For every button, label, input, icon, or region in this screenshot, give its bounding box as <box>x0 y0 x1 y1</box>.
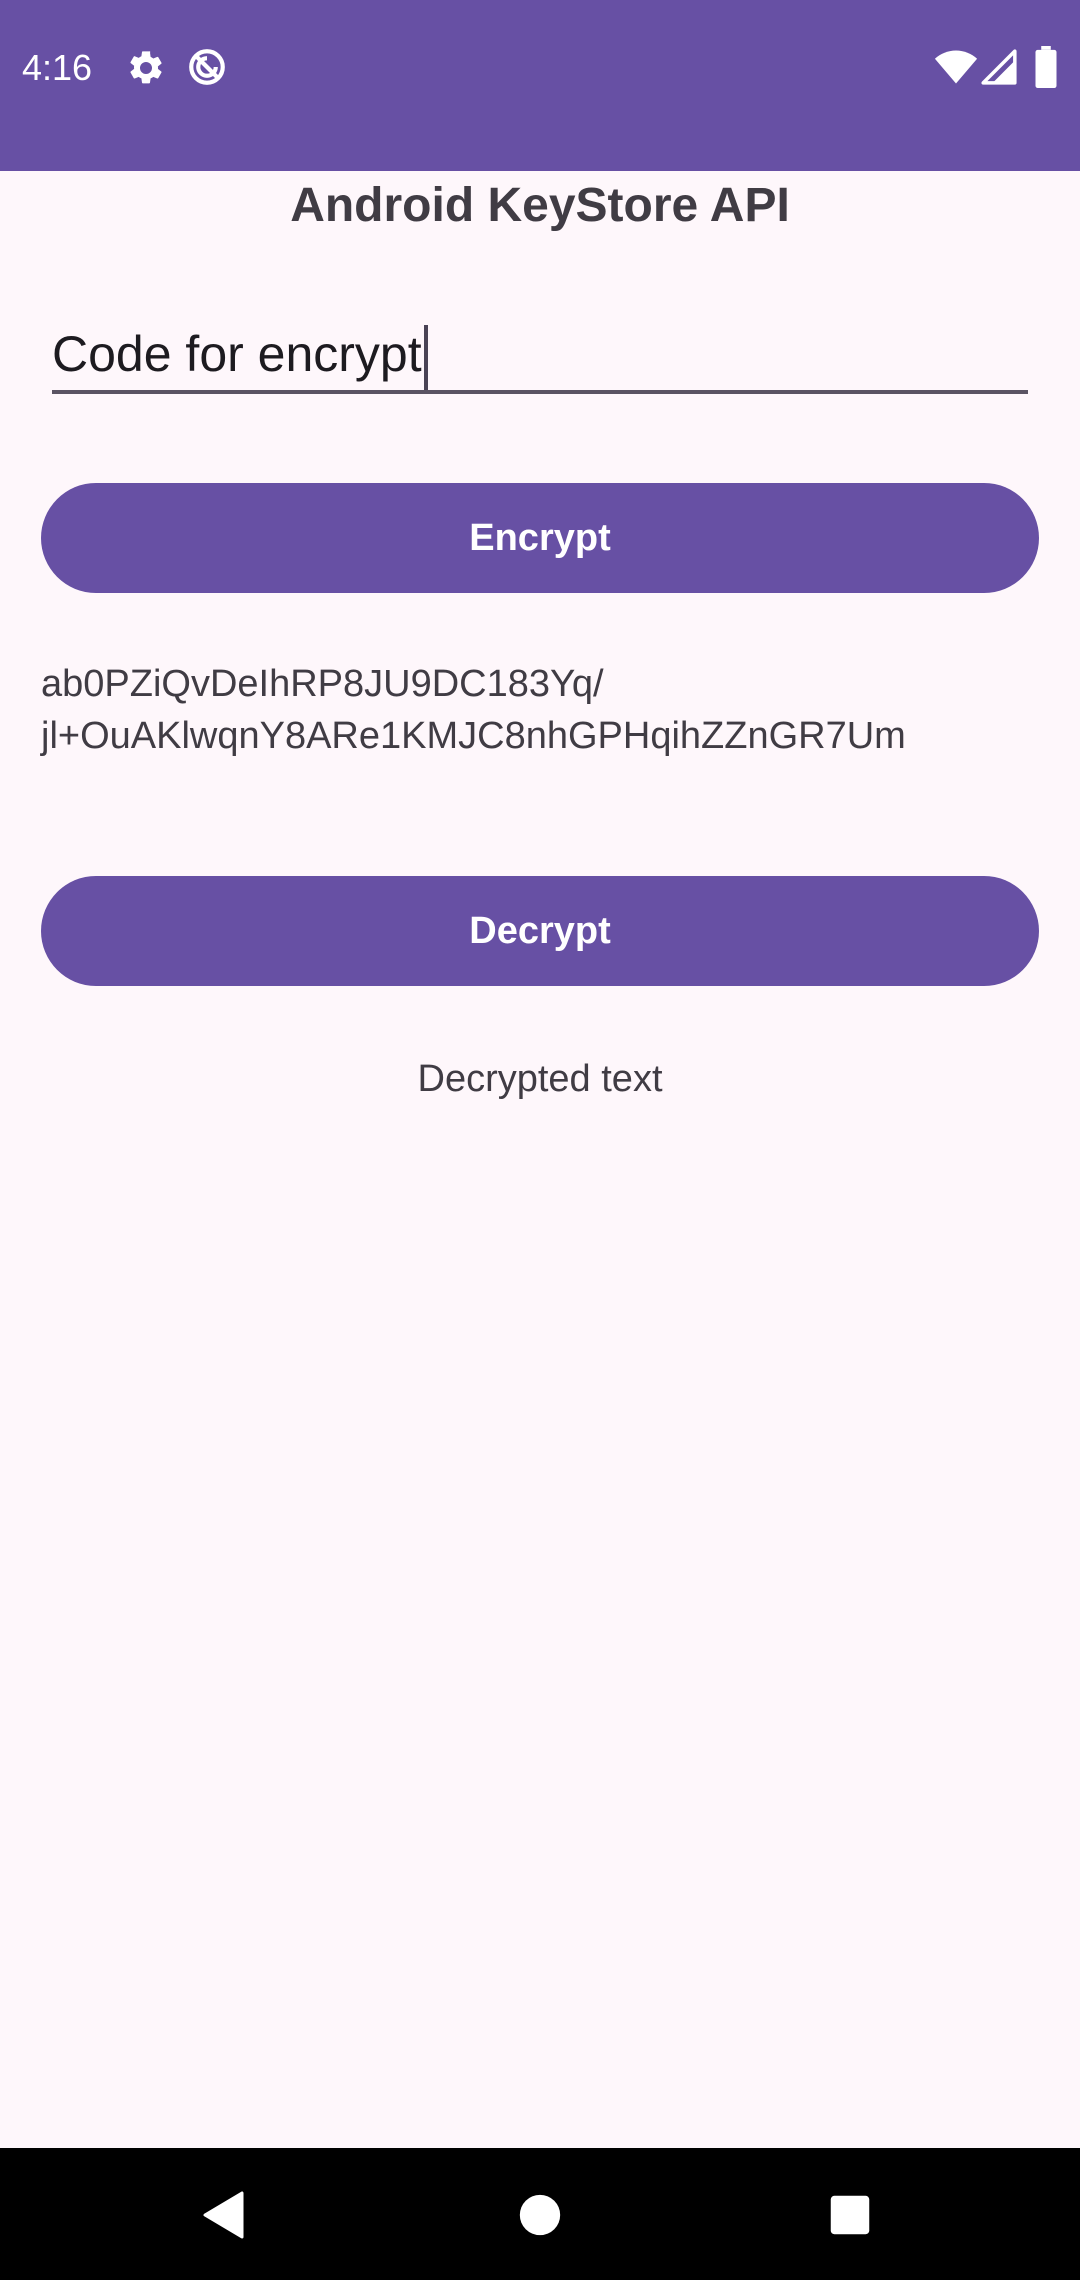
encrypted-output: ab0PZiQvDeIhRP8JU9DC183Yq/ jl+OuAKlwqnY8… <box>41 658 1041 762</box>
navigation-bar <box>0 2148 1080 2280</box>
decrypted-output: Decrypted text <box>417 1058 663 1100</box>
home-icon[interactable] <box>518 2193 562 2237</box>
cell-signal-icon <box>981 49 1017 85</box>
back-icon[interactable] <box>200 2190 248 2240</box>
wifi-icon <box>934 50 978 84</box>
text-cursor <box>423 324 428 391</box>
encrypted-output-line-2: jl+OuAKlwqnY8ARe1KMJC8nhGPHqihZZnGR7Um <box>41 715 906 757</box>
encrypt-input-field[interactable]: Code for encrypt <box>52 318 428 391</box>
encrypt-input-value: Code for encrypt <box>52 326 422 382</box>
page-title: Android KeyStore API <box>290 179 790 232</box>
encrypted-output-line-1: ab0PZiQvDeIhRP8JU9DC183Yq/ <box>41 663 604 705</box>
recents-icon[interactable] <box>828 2193 872 2237</box>
gear-icon <box>130 51 162 84</box>
battery-icon <box>1035 46 1057 88</box>
data-saver-icon <box>189 49 225 85</box>
decrypt-button[interactable]: Decrypt <box>41 876 1039 986</box>
encrypt-button[interactable]: Encrypt <box>41 483 1039 593</box>
input-underline <box>52 390 1028 394</box>
status-time: 4:16 <box>22 47 93 88</box>
status-bar: 4:16 <box>0 0 1080 171</box>
